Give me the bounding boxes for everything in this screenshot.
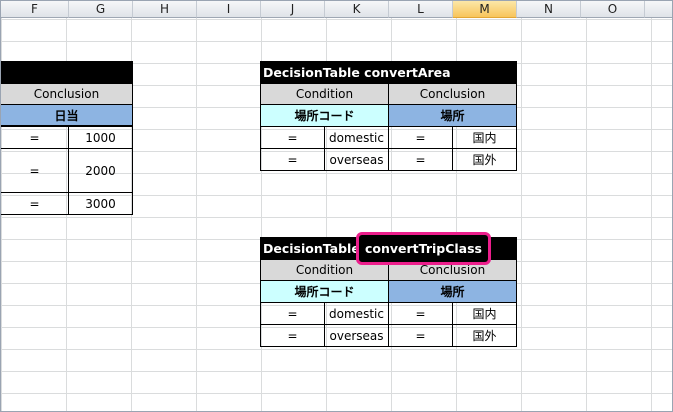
column-header-m[interactable]: M (453, 1, 517, 18)
left-op-1[interactable]: = (1, 126, 69, 149)
table1-row1-val1[interactable]: domestic (324, 126, 389, 149)
table2-row1-op2[interactable]: = (388, 302, 453, 325)
table1-condition-field[interactable]: 場所コード (260, 104, 389, 127)
column-header-i[interactable]: I (197, 1, 261, 18)
column-header-k[interactable]: K (325, 1, 389, 18)
table-name-highlight[interactable]: convertTripClass (356, 232, 491, 265)
table1-row1-op1[interactable]: = (260, 126, 325, 149)
column-header-f[interactable]: F (1, 1, 69, 18)
left-value-2[interactable]: 2000 (68, 148, 133, 193)
table2-row1-val2[interactable]: 国内 (452, 302, 517, 325)
table1-row1-val2[interactable]: 国内 (452, 126, 517, 149)
table2-row1-op1[interactable]: = (260, 302, 325, 325)
left-title-bar[interactable] (1, 61, 133, 84)
column-header-o[interactable]: O (581, 1, 645, 18)
table2-row2-val1[interactable]: overseas (324, 324, 389, 347)
table1-row2-op1[interactable]: = (260, 148, 325, 171)
table1-title[interactable]: DecisionTable convertArea (260, 61, 517, 84)
left-value-1[interactable]: 1000 (68, 126, 133, 149)
column-header-blank[interactable] (645, 1, 672, 18)
column-header-l[interactable]: L (389, 1, 453, 18)
left-value-3[interactable]: 3000 (68, 192, 133, 215)
left-conclusion-header[interactable]: Conclusion (1, 83, 133, 105)
table2-conclusion-field[interactable]: 場所 (388, 280, 517, 303)
table2-row1-val1[interactable]: domestic (324, 302, 389, 325)
column-header-n[interactable]: N (517, 1, 581, 18)
spreadsheet-window: F G H I J K L M N O Conclusion 日当 = 1000… (0, 0, 673, 412)
left-op-2[interactable]: = (1, 148, 69, 193)
table1-row2-val2[interactable]: 国外 (452, 148, 517, 171)
table2-condition-field[interactable]: 場所コード (260, 280, 389, 303)
table1-conclusion-field[interactable]: 場所 (388, 104, 517, 127)
table1-condition-header[interactable]: Condition (260, 83, 389, 105)
table1-row2-op2[interactable]: = (388, 148, 453, 171)
table2-row2-val2[interactable]: 国外 (452, 324, 517, 347)
left-op-3[interactable]: = (1, 192, 69, 215)
table1-row2-val1[interactable]: overseas (324, 148, 389, 171)
left-field-header[interactable]: 日当 (1, 104, 133, 126)
table2-row2-op2[interactable]: = (388, 324, 453, 347)
column-header-g[interactable]: G (69, 1, 133, 18)
column-header-h[interactable]: H (133, 1, 197, 18)
table2-row2-op1[interactable]: = (260, 324, 325, 347)
table1-conclusion-header[interactable]: Conclusion (388, 83, 517, 105)
column-header-j[interactable]: J (261, 1, 325, 18)
table1-row1-op2[interactable]: = (388, 126, 453, 149)
